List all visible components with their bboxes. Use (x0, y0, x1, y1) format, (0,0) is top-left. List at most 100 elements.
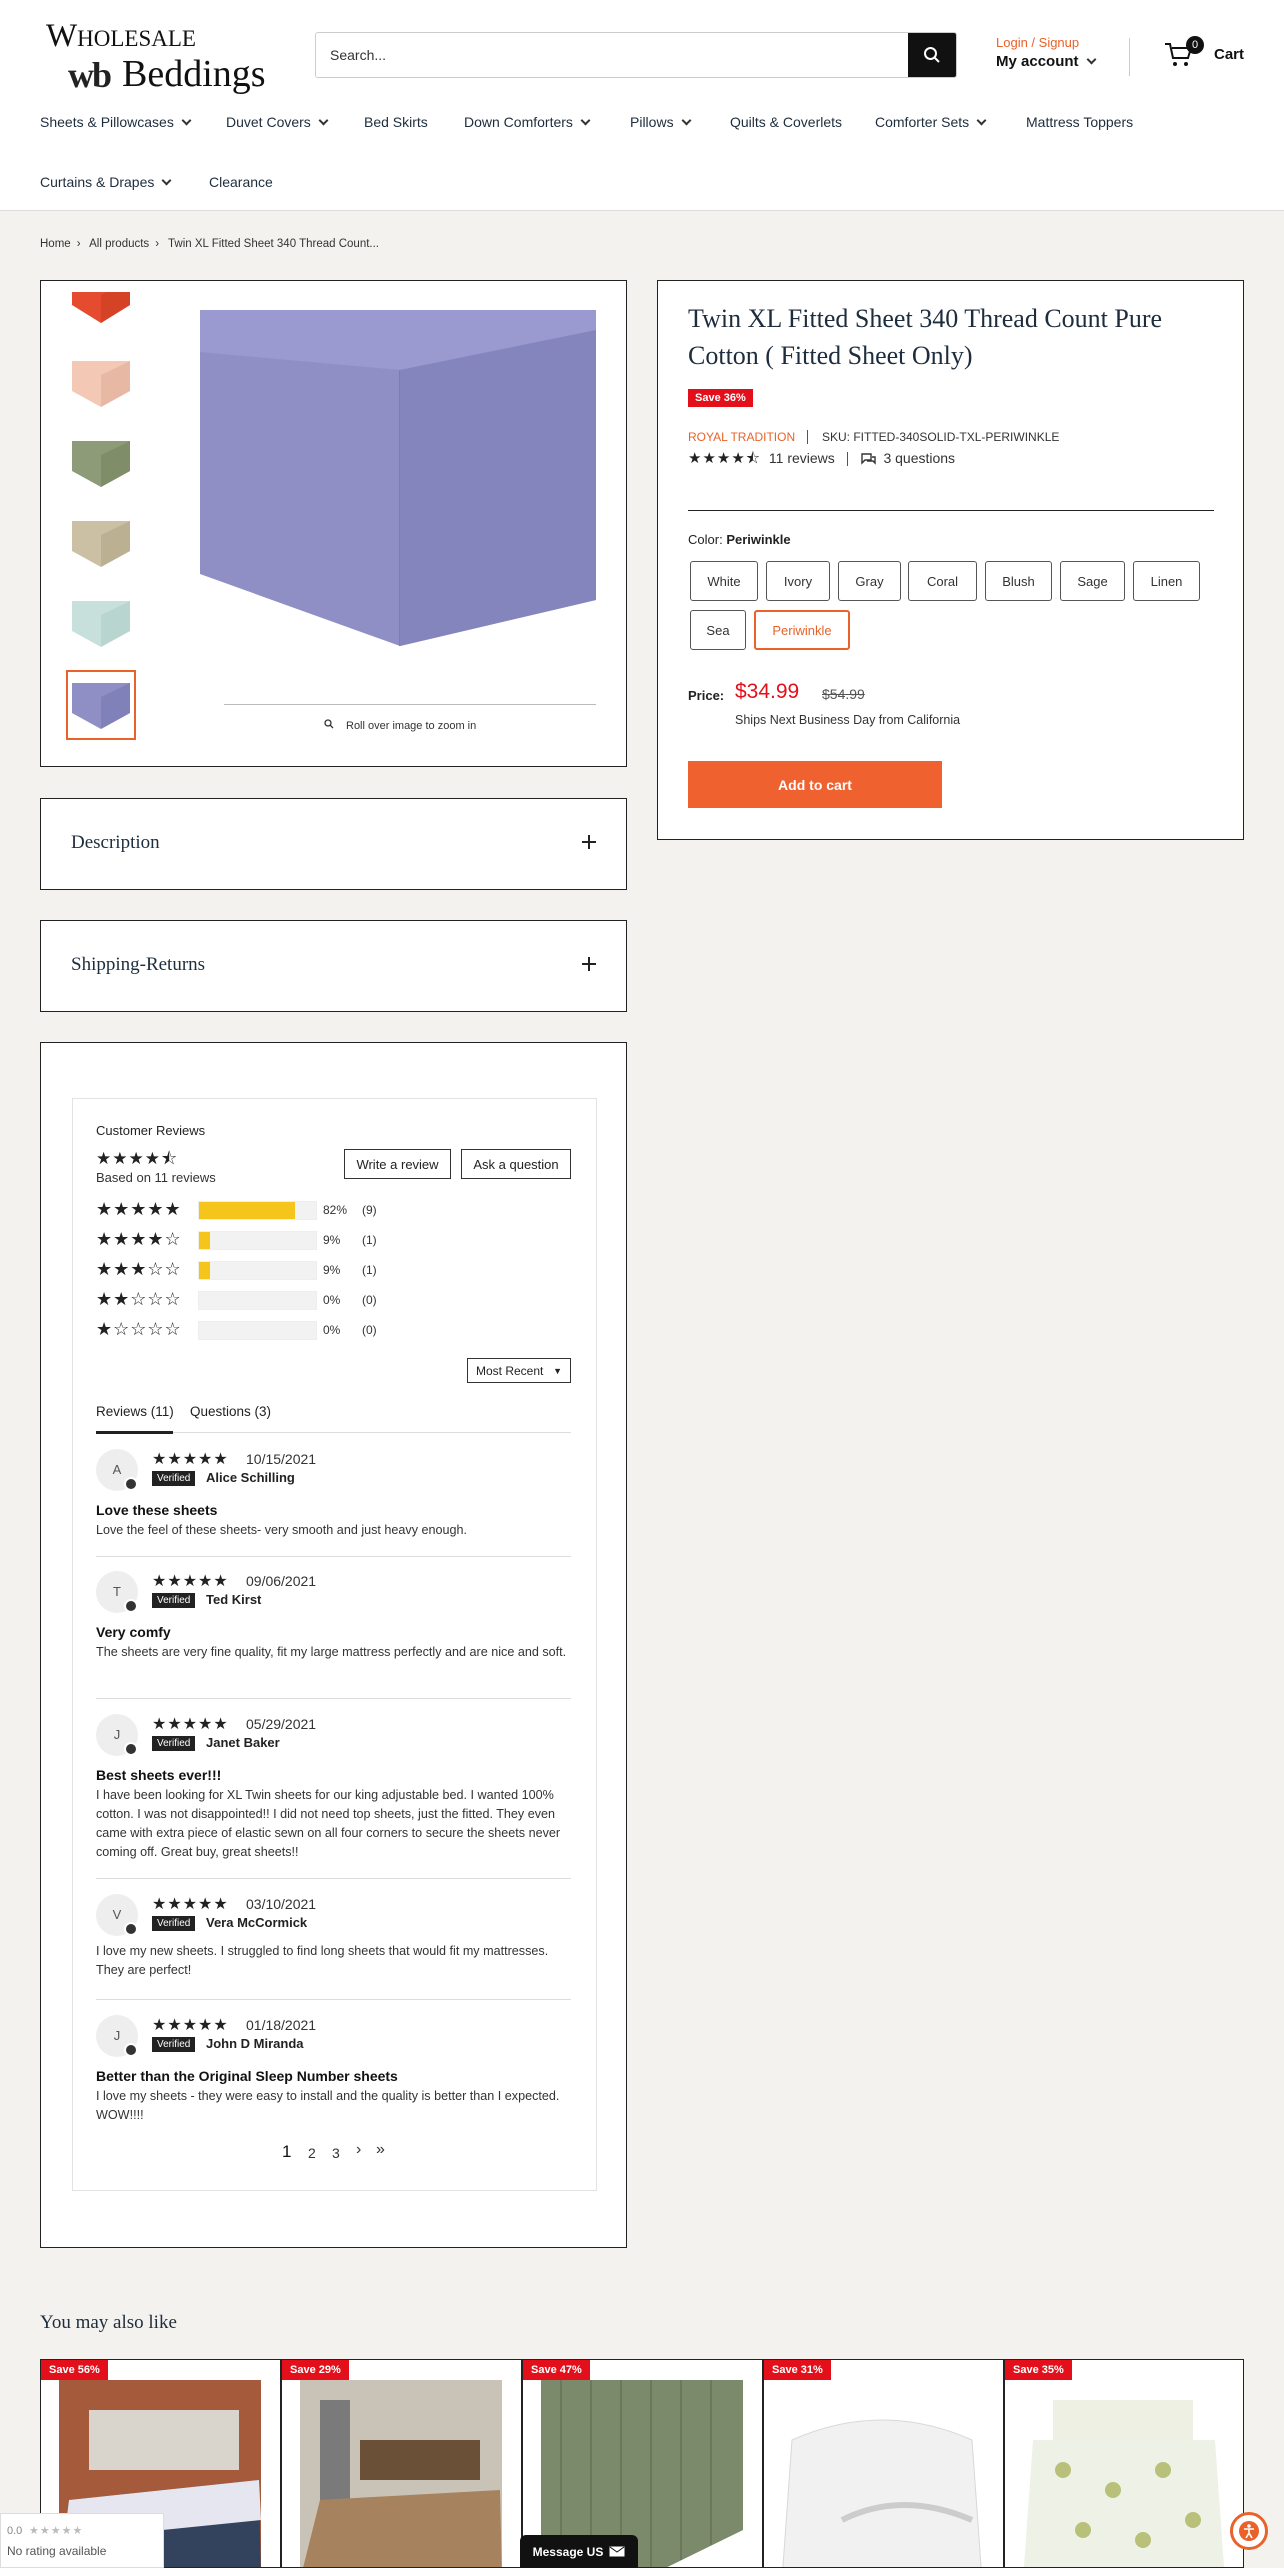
avatar-initial: J (113, 2028, 121, 2043)
shipping-returns-accordion[interactable]: Shipping-Returns (40, 920, 627, 1012)
nav-comforter-sets[interactable]: Comforter Sets (875, 114, 987, 130)
color-option-coral[interactable]: Coral (908, 561, 977, 601)
login-link[interactable]: Login / Signup (996, 35, 1095, 50)
histogram-bar[interactable] (198, 1291, 317, 1310)
related-product-card[interactable]: Save 29% (281, 2359, 522, 2568)
description-accordion[interactable]: Description (40, 798, 627, 890)
review-date: 10/15/2021 (246, 1451, 317, 1467)
tab-active-indicator (96, 1431, 173, 1434)
color-option-linen[interactable]: Linen (1133, 561, 1200, 601)
thumbnail[interactable] (68, 292, 134, 328)
tab-questions[interactable]: Questions (3) (190, 1404, 271, 1419)
nav-label: Mattress Toppers (1026, 114, 1134, 130)
nav-down-comforters[interactable]: Down Comforters (464, 114, 591, 130)
thumbnail[interactable] (68, 350, 134, 416)
nav-sheets[interactable]: Sheets & Pillowcases (40, 114, 192, 130)
reviewer-name: John D Miranda (206, 2036, 304, 2051)
color-option-ivory[interactable]: Ivory (766, 561, 830, 601)
avatar: T (96, 1571, 138, 1613)
nav-duvet-covers[interactable]: Duvet Covers (226, 114, 329, 130)
search-input[interactable] (316, 33, 909, 77)
related-product-card[interactable]: Save 31% (763, 2359, 1004, 2568)
page-2[interactable]: 2 (308, 2145, 316, 2161)
my-account-text: My account (996, 53, 1079, 70)
related-product-card[interactable]: Save 35% (1004, 2359, 1244, 2568)
thumbnail[interactable] (68, 590, 134, 656)
logo[interactable]: Wholesale wb Beddings (46, 18, 276, 95)
search-button[interactable] (908, 33, 956, 77)
review-date: 09/06/2021 (246, 1573, 317, 1589)
histogram-bar-fill (199, 1262, 210, 1279)
save-badge: Save 56% (41, 2360, 108, 2380)
thumbnail[interactable] (68, 510, 134, 576)
page-3[interactable]: 3 (332, 2145, 340, 2161)
nav-bed-skirts[interactable]: Bed Skirts (364, 114, 428, 130)
histogram-bar[interactable] (198, 1321, 317, 1340)
avatar-initial: J (113, 1727, 121, 1742)
histogram-stars: ★★★★★ (96, 1199, 182, 1219)
nav-label: Comforter Sets (875, 114, 970, 130)
next-page-button[interactable]: › (356, 2141, 361, 2159)
breadcrumb-all-products[interactable]: All products (89, 238, 149, 250)
color-option-periwinkle[interactable]: Periwinkle (754, 610, 850, 650)
nav-quilts[interactable]: Quilts & Coverlets (730, 114, 842, 130)
cart-button[interactable]: 0 Cart (1164, 36, 1254, 70)
histogram-percent: 0% (323, 1293, 341, 1307)
chevron-right-icon: › (155, 238, 160, 250)
color-option-blush[interactable]: Blush (985, 561, 1052, 601)
histogram-bar[interactable] (198, 1231, 317, 1250)
verified-check-icon (124, 1599, 138, 1613)
color-value: Periwinkle (726, 532, 791, 547)
nav-clearance[interactable]: Clearance (209, 174, 273, 190)
histogram-stars: ★★★★☆ (96, 1229, 182, 1249)
breadcrumb-current: Twin XL Fitted Sheet 340 Thread Count... (168, 238, 379, 250)
page-1[interactable]: 1 (282, 2142, 291, 2162)
my-account-label[interactable]: My account (996, 53, 1096, 70)
avatar-initial: A (112, 1462, 122, 1477)
product-main-image[interactable] (200, 310, 596, 646)
histogram-count: (0) (362, 1323, 377, 1337)
thumbnail-selected[interactable] (66, 670, 136, 740)
color-option-sage[interactable]: Sage (1060, 561, 1125, 601)
reviews-link[interactable]: 11 reviews (769, 450, 835, 466)
divider (688, 510, 1214, 511)
accessibility-button[interactable] (1230, 2512, 1268, 2550)
save-badge: Save 36% (688, 389, 753, 407)
add-to-cart-button[interactable]: Add to cart (688, 761, 942, 808)
google-rating-badge[interactable]: 0.0 ★★★★★ No rating available (0, 2513, 164, 2568)
last-page-button[interactable]: » (376, 2141, 385, 2159)
product-image (300, 2380, 502, 2567)
color-option-white[interactable]: White (690, 561, 758, 601)
write-review-button[interactable]: Write a review (344, 1149, 451, 1179)
nav-label: Pillows (630, 114, 674, 130)
histogram-bar[interactable] (198, 1201, 317, 1220)
histogram-bar[interactable] (198, 1261, 317, 1280)
message-us-button[interactable]: Message US (520, 2535, 638, 2568)
color-option-sea[interactable]: Sea (690, 610, 746, 650)
histogram-stars: ★☆☆☆☆ (96, 1319, 182, 1339)
nav-label: Sheets & Pillowcases (40, 114, 174, 130)
verified-badge: Verified (152, 1593, 196, 1608)
image-divider (224, 704, 596, 705)
review-stars: ★★★★★ (152, 1451, 229, 1468)
nav-pillows[interactable]: Pillows (630, 114, 692, 130)
nav-label: Clearance (209, 174, 273, 190)
review-body: I love my new sheets. I struggled to fin… (96, 1944, 549, 1977)
account-menu[interactable]: Login / Signup My account (996, 35, 1096, 70)
save-badge: Save 31% (764, 2360, 831, 2380)
questions-link[interactable]: 3 questions (883, 450, 955, 466)
ask-question-button[interactable]: Ask a question (461, 1149, 571, 1179)
nav-mattress-toppers[interactable]: Mattress Toppers (1026, 114, 1133, 130)
vendor-link[interactable]: ROYAL TRADITION (688, 430, 795, 444)
breadcrumb-home[interactable]: Home (40, 238, 71, 250)
chat-icon (860, 453, 876, 465)
nav-label: Down Comforters (464, 114, 573, 130)
review-body: Love the feel of these sheets- very smoo… (96, 1523, 468, 1537)
color-option-gray[interactable]: Gray (838, 561, 901, 601)
chevron-down-icon (681, 115, 692, 126)
tab-reviews[interactable]: Reviews (11) (96, 1404, 174, 1419)
product-title: Twin XL Fitted Sheet 340 Thread Count Pu… (688, 304, 1163, 370)
thumbnail[interactable] (68, 430, 134, 496)
sort-select[interactable]: Most Recent ▼ (467, 1358, 571, 1383)
nav-curtains[interactable]: Curtains & Drapes (40, 174, 172, 190)
